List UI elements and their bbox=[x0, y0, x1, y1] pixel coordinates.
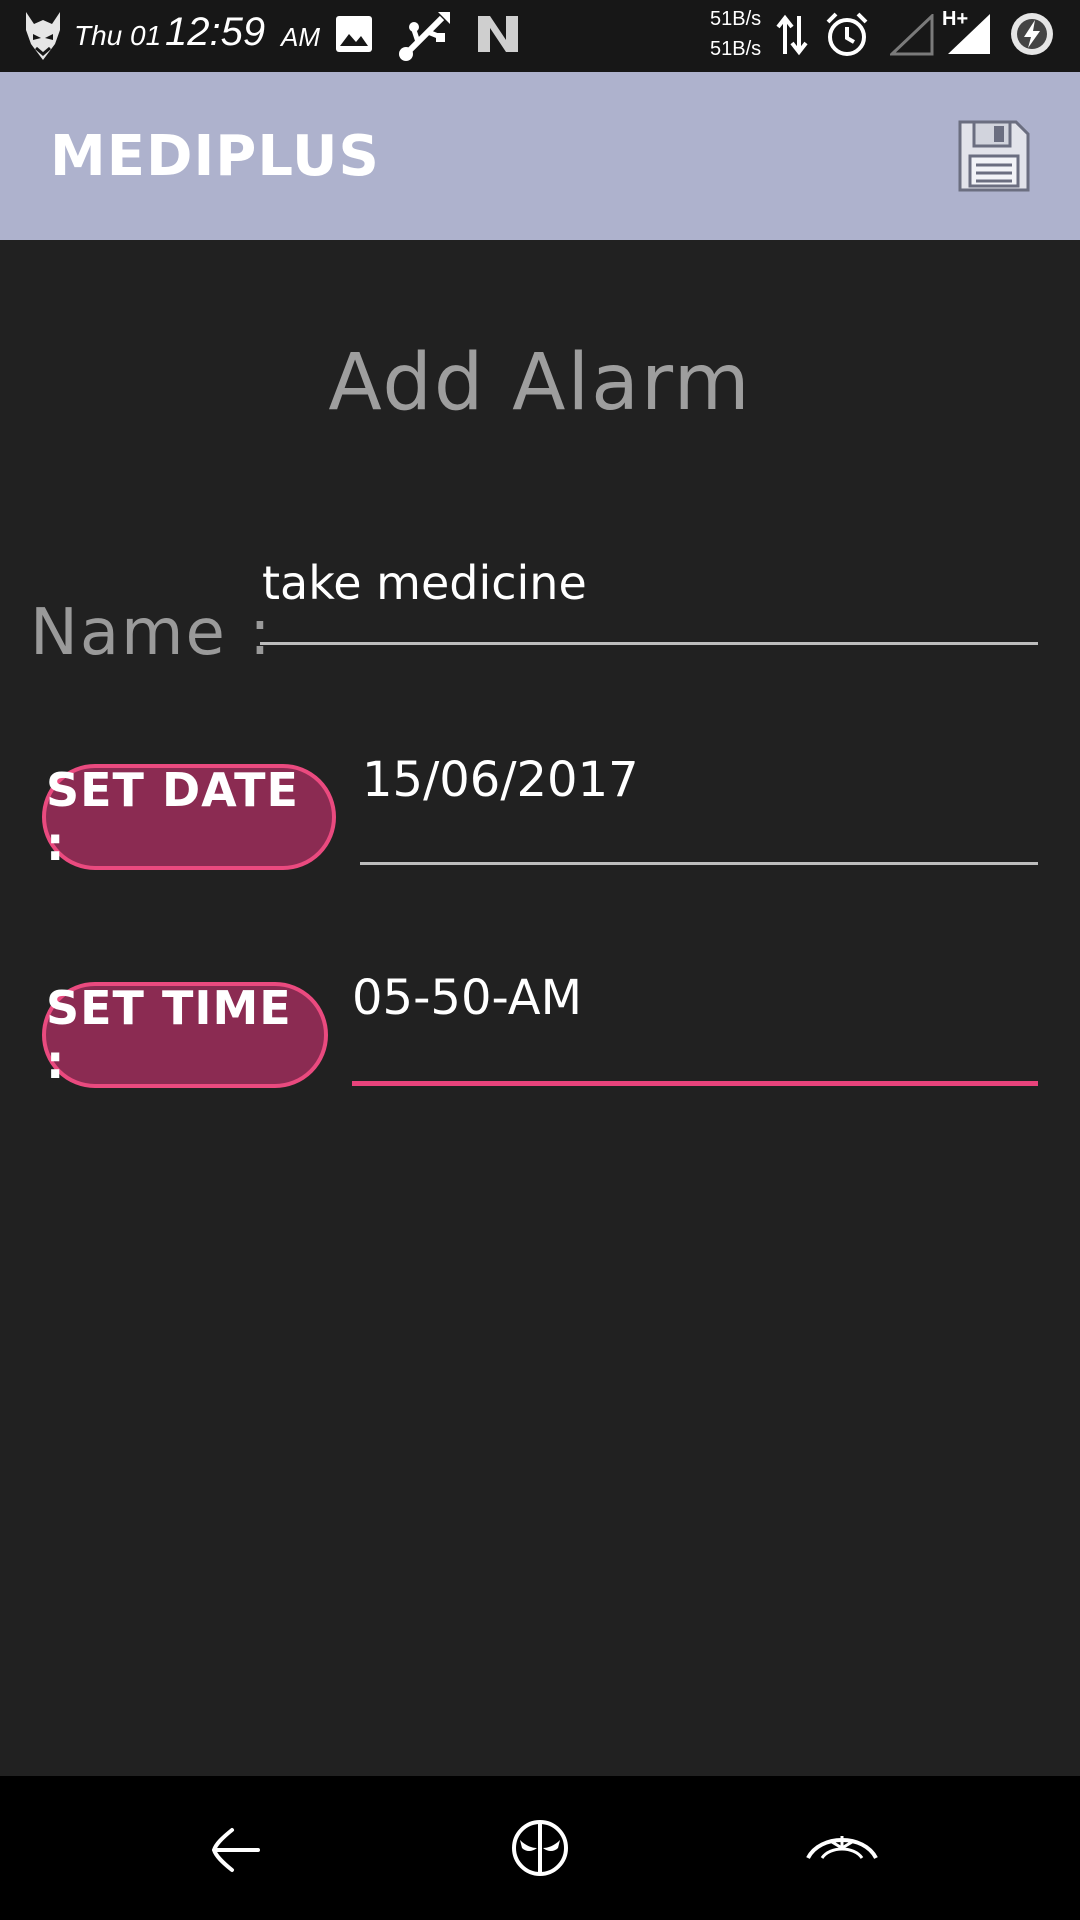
n-icon bbox=[478, 16, 518, 52]
back-button[interactable] bbox=[200, 1812, 272, 1884]
save-button[interactable] bbox=[956, 118, 1032, 194]
signal-full-icon bbox=[948, 14, 990, 54]
set-date-button[interactable]: SET DATE : bbox=[42, 763, 336, 871]
net-down-speed: 51B/s bbox=[710, 38, 762, 60]
status-time: 12:59 bbox=[165, 10, 266, 54]
time-field[interactable]: 05-50-AM bbox=[352, 970, 582, 1026]
image-icon bbox=[336, 16, 372, 52]
page-title: Add Alarm bbox=[328, 338, 752, 428]
date-field-underline bbox=[360, 862, 1038, 865]
date-field[interactable]: 15/06/2017 bbox=[362, 752, 639, 808]
app-title: MEDIPLUS bbox=[50, 124, 380, 189]
navigation-bar bbox=[0, 1776, 1080, 1920]
devil-logo-icon bbox=[26, 12, 60, 60]
recents-icon bbox=[806, 1836, 878, 1860]
usb-icon bbox=[399, 12, 450, 61]
status-day: Thu 01 bbox=[74, 20, 162, 51]
time-field-underline bbox=[352, 1081, 1038, 1086]
alarm-icon bbox=[826, 12, 868, 56]
app-bar: MEDIPLUS bbox=[0, 72, 1080, 240]
home-icon bbox=[512, 1820, 568, 1876]
name-label: Name : bbox=[30, 596, 273, 670]
recents-button[interactable] bbox=[806, 1812, 878, 1884]
home-button[interactable] bbox=[504, 1812, 576, 1884]
floppy-disk-icon bbox=[958, 120, 1030, 192]
battery-charging-icon bbox=[1011, 13, 1053, 55]
name-field-underline bbox=[260, 642, 1038, 645]
status-ampm: AM bbox=[281, 22, 320, 52]
data-arrows-icon bbox=[776, 14, 808, 56]
back-icon bbox=[211, 1828, 260, 1872]
set-time-button[interactable]: SET TIME : bbox=[42, 981, 328, 1089]
status-bar: Thu 01 12:59 AM 51B/s 51B/s H+ bbox=[0, 0, 1080, 72]
signal-empty-icon bbox=[890, 14, 934, 56]
name-field[interactable]: take medicine bbox=[262, 556, 587, 610]
net-up-speed: 51B/s bbox=[710, 8, 762, 30]
